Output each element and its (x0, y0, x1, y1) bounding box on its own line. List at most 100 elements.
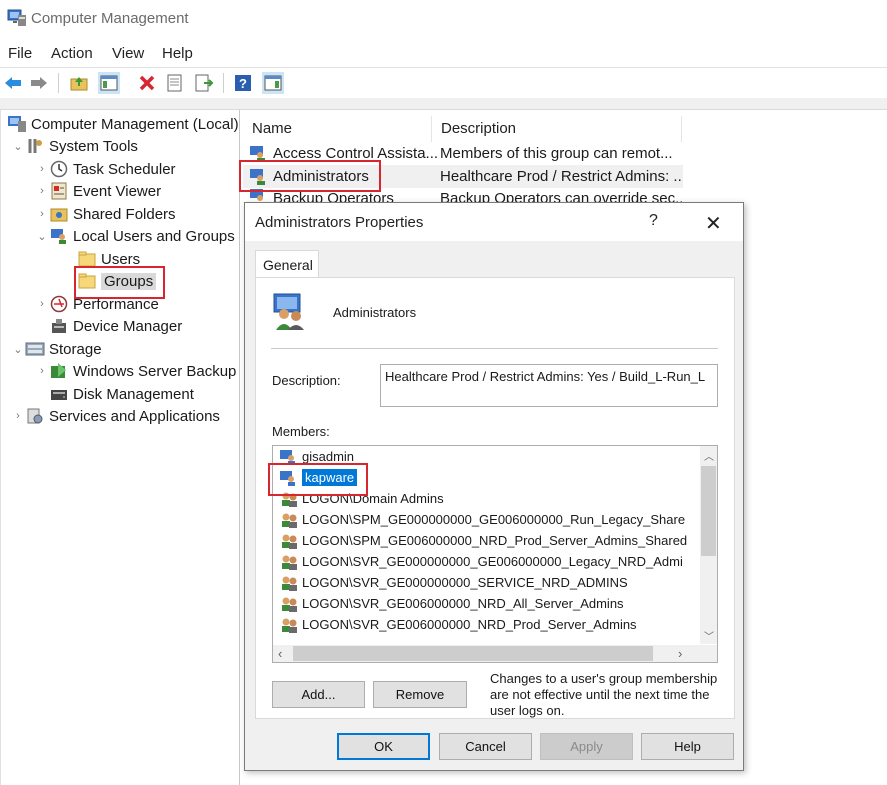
membership-note: Changes to a user's group membership are… (490, 671, 718, 718)
tree-label: Windows Server Backup (73, 362, 237, 380)
chevron-down-icon[interactable]: ⌄ (11, 140, 25, 153)
chevron-right-icon[interactable]: › (35, 185, 49, 197)
up-folder-icon[interactable] (68, 72, 90, 94)
tab-panel-general: Administrators Description: Healthcare P… (255, 277, 735, 719)
scroll-left-icon[interactable]: ‹ (278, 646, 282, 661)
vertical-scrollbar[interactable]: ︿ ﹀ (700, 446, 717, 644)
back-icon[interactable] (2, 72, 24, 94)
tab-general[interactable]: General (255, 250, 319, 278)
tree-task-scheduler[interactable]: › Task Scheduler (35, 158, 175, 180)
tree-system-tools[interactable]: ⌄ System Tools (11, 135, 138, 157)
menu-action[interactable]: Action (51, 45, 93, 62)
member-name: LOGON\SVR_GE000000000_GE006000000_Legacy… (302, 554, 683, 569)
tree-label: Disk Management (73, 385, 194, 403)
storage-icon (25, 340, 45, 358)
add-button[interactable]: Add... (272, 681, 365, 708)
cancel-button[interactable]: Cancel (439, 733, 532, 760)
column-header-description[interactable]: Description (432, 116, 682, 142)
chevron-right-icon[interactable]: › (35, 163, 49, 175)
menu-help[interactable]: Help (162, 45, 193, 62)
tree-local-users-groups[interactable]: ⌄ Local Users and Groups (35, 225, 235, 247)
member-name: gisadmin (302, 449, 355, 464)
forward-icon[interactable] (28, 72, 50, 94)
remove-button[interactable]: Remove (373, 681, 467, 708)
tree-label: Event Viewer (73, 182, 162, 200)
action-pane-icon[interactable] (262, 72, 284, 94)
scroll-thumb[interactable] (293, 646, 653, 661)
group-name: Administrators (333, 305, 417, 320)
tree-windows-server-backup[interactable]: › Windows Server Backup (35, 360, 236, 382)
member-name: LOGON\SVR_GE000000000_SERVICE_NRD_ADMINS (302, 575, 628, 590)
tree-services-applications[interactable]: › Services and Applications (11, 405, 220, 427)
list-item[interactable]: LOGON\SPM_GE000000000_GE006000000_Run_Le… (279, 509, 685, 530)
performance-icon (49, 295, 69, 313)
column-header-name[interactable]: Name (243, 116, 432, 142)
chevron-right-icon[interactable]: › (35, 208, 49, 220)
dialog-title-bar: Administrators Properties ? ✕ (245, 203, 743, 241)
group-icon (279, 511, 299, 529)
scroll-up-icon[interactable]: ︿ (704, 448, 714, 463)
users-icon (49, 227, 69, 245)
list-item[interactable]: LOGON\SVR_GE006000000_NRD_Prod_Server_Ad… (279, 614, 637, 635)
scroll-down-icon[interactable]: ﹀ (704, 628, 714, 643)
ok-button[interactable]: OK (337, 733, 430, 760)
tree-label: Local Users and Groups (73, 227, 235, 245)
help-dialog-button[interactable]: Help (641, 733, 734, 760)
members-label: Members: (272, 424, 330, 439)
highlight-kapware (268, 463, 368, 496)
member-name: LOGON\SVR_GE006000000_NRD_All_Server_Adm… (302, 596, 624, 611)
list-item[interactable]: LOGON\SPM_GE006000000_NRD_Prod_Server_Ad… (279, 530, 687, 551)
shared-folder-icon (49, 205, 69, 223)
tree-disk-management[interactable]: Disk Management (49, 383, 194, 405)
highlight-administrators (239, 160, 381, 192)
svg-text:?: ? (239, 76, 247, 91)
chevron-right-icon[interactable]: › (11, 410, 25, 422)
horizontal-scrollbar[interactable]: ‹ › (273, 645, 717, 662)
help-icon[interactable]: ? (232, 72, 254, 94)
chevron-right-icon[interactable]: › (35, 298, 49, 310)
toolbar: ? (0, 67, 887, 98)
scroll-thumb[interactable] (701, 466, 716, 556)
group-icon (279, 553, 299, 571)
event-viewer-icon (49, 182, 69, 200)
chevron-down-icon[interactable]: ⌄ (35, 230, 49, 243)
scroll-right-icon[interactable]: › (678, 646, 682, 661)
computer-management-icon (7, 115, 27, 133)
tree-device-manager[interactable]: Device Manager (49, 315, 182, 337)
menu-file[interactable]: File (8, 45, 32, 62)
delete-icon[interactable] (136, 72, 158, 94)
tree-label: Storage (49, 340, 102, 358)
export-list-icon[interactable] (193, 72, 215, 94)
device-manager-icon (49, 317, 69, 335)
window-title: Computer Management (31, 10, 189, 27)
list-item[interactable]: LOGON\SVR_GE000000000_SERVICE_NRD_ADMINS (279, 572, 628, 593)
tree-storage[interactable]: ⌄ Storage (11, 338, 102, 360)
group-icon (279, 595, 299, 613)
list-item-description: Backup Operators can override sec... (440, 190, 682, 202)
clock-icon (49, 160, 69, 178)
group-icon (279, 532, 299, 550)
description-field[interactable]: Healthcare Prod / Restrict Admins: Yes /… (380, 364, 718, 407)
member-name: LOGON\SPM_GE006000000_NRD_Prod_Server_Ad… (302, 533, 688, 548)
tree-label: System Tools (49, 137, 138, 155)
chevron-right-icon[interactable]: › (35, 365, 49, 377)
disk-icon (49, 385, 69, 403)
tree-event-viewer[interactable]: › Event Viewer (35, 180, 161, 202)
properties-icon[interactable] (164, 72, 186, 94)
list-item-description: Healthcare Prod / Restrict Admins: ... (440, 168, 682, 185)
toolbar-divider (0, 98, 887, 110)
show-hide-tree-icon[interactable] (98, 72, 120, 94)
help-button[interactable]: ? (649, 212, 658, 230)
close-button[interactable]: ✕ (705, 211, 722, 236)
menu-view[interactable]: View (112, 45, 144, 62)
tree-root[interactable]: Computer Management (Local) (7, 113, 239, 135)
list-item[interactable]: LOGON\SVR_GE000000000_GE006000000_Legacy… (279, 551, 683, 572)
tree-label: Users (101, 250, 141, 268)
services-icon (25, 407, 45, 425)
apply-button[interactable]: Apply (540, 733, 633, 760)
chevron-down-icon[interactable]: ⌄ (11, 343, 25, 356)
list-item[interactable]: LOGON\SVR_GE006000000_NRD_All_Server_Adm… (279, 593, 624, 614)
group-icon (279, 574, 299, 592)
tree-shared-folders[interactable]: › Shared Folders (35, 203, 175, 225)
member-name: LOGON\SPM_GE000000000_GE006000000_Run_Le… (302, 512, 686, 527)
